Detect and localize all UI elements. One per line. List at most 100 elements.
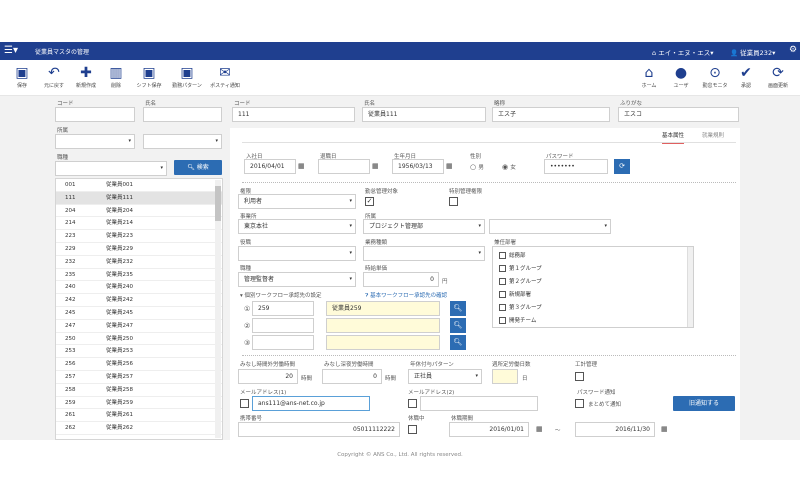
kana-input[interactable]: エスコ [618, 107, 739, 122]
dept-list-item[interactable]: 第２グループ [499, 277, 542, 285]
list-item[interactable]: 001 従業員001 [56, 179, 222, 192]
list-item[interactable]: 242 従業員242 [56, 294, 222, 307]
notify-send-button[interactable]: 旧通知する [673, 396, 735, 411]
list-item[interactable]: 223 従業員223 [56, 230, 222, 243]
dept-checkbox[interactable] [499, 252, 506, 259]
deemed-input[interactable]: 20 [238, 369, 298, 384]
code-input[interactable]: 111 [232, 107, 355, 122]
dept-checkbox[interactable] [499, 265, 506, 272]
name-input[interactable]: 従業員111 [362, 107, 486, 122]
phone-input[interactable]: 05011112222 [238, 422, 400, 437]
dept-checkbox[interactable] [499, 291, 506, 298]
calendar-icon[interactable]: ▦ [372, 162, 379, 170]
search-role-select[interactable]: ▾ [55, 161, 167, 176]
list-item[interactable]: 111 従業員111 [56, 191, 222, 205]
gear-icon[interactable]: ⚙ [789, 45, 797, 55]
wage-input[interactable]: 0 [363, 272, 439, 287]
list-item[interactable]: 257 従業員257 [56, 371, 222, 384]
monitor-button[interactable]: ⊙ 勤怠モニタ [700, 64, 730, 89]
search-name-input[interactable] [143, 107, 222, 122]
list-item[interactable]: 247 従業員247 [56, 320, 222, 333]
pattern-select[interactable]: 正社員 ▾ [408, 369, 482, 384]
dept-list-item[interactable]: 第３グループ [499, 303, 542, 311]
list-scrollbar[interactable] [215, 180, 221, 438]
list-item[interactable]: 256 従業員256 [56, 358, 222, 371]
search-code-input[interactable] [55, 107, 135, 122]
join-input[interactable]: 2016/04/01 [244, 159, 296, 174]
gender-male-radio[interactable]: ○ 男 [470, 163, 484, 171]
email2-checkbox[interactable] [408, 399, 417, 408]
leave-input[interactable] [318, 159, 370, 174]
duty-select[interactable]: 管理監督者 ▾ [238, 272, 356, 287]
list-item[interactable]: 258 従業員258 [56, 384, 222, 397]
special-checkbox[interactable] [449, 197, 458, 206]
delete-button[interactable]: ▥ 削除 [106, 64, 126, 89]
short-input[interactable]: エス子 [492, 107, 610, 122]
dept-select[interactable]: プロジェクト管理部 ▾ [363, 219, 485, 234]
deemed-night-input[interactable]: 0 [322, 369, 382, 384]
list-item[interactable]: 240 従業員240 [56, 281, 222, 295]
office-select[interactable]: 東京本社 ▾ [238, 219, 356, 234]
search-position-select[interactable]: ▾ [55, 134, 135, 149]
leave-to-input[interactable]: 2016/11/30 [575, 422, 655, 437]
dept-checkbox[interactable] [499, 304, 506, 311]
refresh-password-button[interactable]: ⟳ [614, 159, 630, 174]
pattern-button[interactable]: ▣ 勤務パターン [170, 64, 204, 89]
leave-from-input[interactable]: 2016/01/01 [449, 422, 529, 437]
search-position2-select[interactable]: ▾ [143, 134, 222, 149]
wf-code-input-2[interactable] [252, 318, 314, 333]
birth-input[interactable]: 1956/03/13 [392, 159, 444, 174]
shift-save-button[interactable]: ▣ シフト保存 [134, 64, 164, 89]
save-button[interactable]: ▣ 保存 [10, 64, 34, 89]
work-type-select[interactable]: ▾ [363, 246, 485, 261]
dept-scrollbar[interactable] [687, 247, 693, 327]
wf-search-button-1[interactable]: 🔍︎ [450, 301, 466, 316]
list-item[interactable]: 229 従業員229 [56, 243, 222, 256]
dept-list-item[interactable]: 新規部署 [499, 290, 531, 298]
undo-button[interactable]: ↶ 元に戻す [40, 64, 68, 89]
refresh-button[interactable]: ⟳ 画面更新 [764, 64, 792, 89]
approve-button[interactable]: ✔ 承認 [736, 64, 756, 89]
dept-checkbox[interactable] [499, 317, 506, 324]
list-item[interactable]: 235 従業員235 [56, 269, 222, 282]
password-input[interactable]: ••••••• [544, 159, 608, 174]
gender-female-radio[interactable]: ◉ 女 [502, 163, 516, 171]
pw-notify-checkbox[interactable] [575, 399, 584, 408]
tab-work-rules[interactable]: 就業規則 [702, 131, 724, 139]
list-item[interactable]: 259 従業員259 [56, 397, 222, 410]
scrollbar-thumb[interactable] [215, 186, 221, 221]
list-item[interactable]: 204 従業員204 [56, 205, 222, 218]
wf-search-button-3[interactable]: 🔍︎ [450, 335, 466, 350]
home-button[interactable]: ⌂ ホーム [638, 64, 660, 89]
calendar-icon[interactable]: ▦ [446, 162, 453, 170]
new-button[interactable]: ✚ 新規作成 [72, 64, 100, 89]
list-item[interactable]: 245 従業員245 [56, 307, 222, 320]
wf-code-input-1[interactable]: 259 [252, 301, 314, 316]
dept-list-item[interactable]: 開発チーム [499, 316, 536, 324]
workflow-link[interactable]: ❓︎ 基本ワークフロー承認先の確認 [365, 291, 447, 300]
attendance-checkbox[interactable]: ✓ [365, 197, 374, 206]
hamburger-menu-icon[interactable]: ☰▾ [4, 45, 18, 57]
list-item[interactable]: 214 従業員214 [56, 217, 222, 231]
company-name[interactable]: ⌂ エイ・エヌ・エス▾ [652, 47, 713, 57]
list-item[interactable]: 261 従業員261 [56, 409, 222, 423]
dept-sub-select[interactable]: ▾ [489, 219, 611, 234]
calendar-icon[interactable]: ▦ [536, 425, 543, 433]
role-select[interactable]: 利用者 ▾ [238, 194, 356, 209]
list-item[interactable]: 262 従業員262 [56, 422, 222, 435]
list-item[interactable]: 250 従業員250 [56, 333, 222, 346]
dept-list-item[interactable]: 第１グループ [499, 264, 542, 272]
email1-input[interactable]: ans111@ans-net.co.jp [252, 396, 370, 411]
user-button[interactable]: ● ユーザ [670, 64, 692, 89]
list-item[interactable]: 232 従業員232 [56, 256, 222, 269]
factory-checkbox[interactable] [575, 372, 584, 381]
dept-list-item[interactable]: 総務部 [499, 251, 526, 259]
email2-input[interactable] [420, 396, 538, 411]
wf-search-button-2[interactable]: 🔍︎ [450, 318, 466, 333]
schedule-input[interactable] [492, 369, 518, 384]
email1-checkbox[interactable] [240, 399, 249, 408]
calendar-icon[interactable]: ▦ [661, 425, 668, 433]
wf-code-input-3[interactable] [252, 335, 314, 350]
calendar-icon[interactable]: ▦ [298, 162, 305, 170]
notify-button[interactable]: ✉ ポスティ通知 [210, 64, 240, 89]
